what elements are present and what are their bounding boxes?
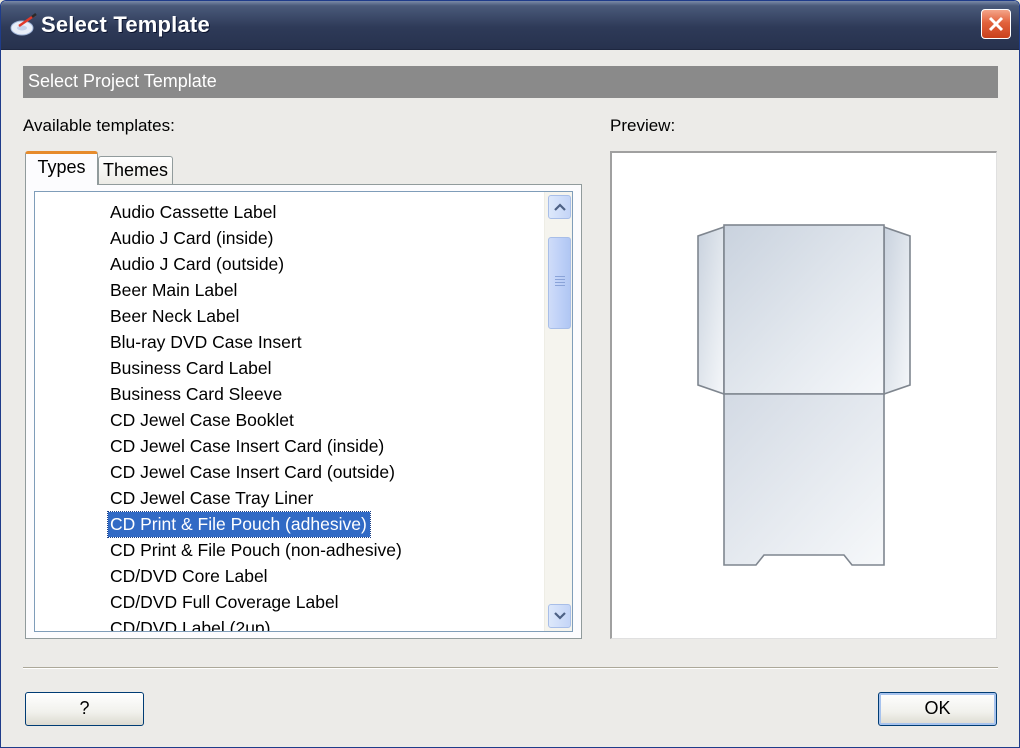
scroll-up-button[interactable] <box>548 195 571 219</box>
select-template-dialog: Select Template Select Project Template … <box>0 0 1020 748</box>
list-item[interactable]: Business Card Label <box>35 355 547 381</box>
list-item[interactable]: Beer Main Label <box>35 277 547 303</box>
list-item[interactable]: CD Jewel Case Tray Liner <box>35 485 547 511</box>
list-item[interactable]: CD Print & File Pouch (adhesive) <box>35 511 547 538</box>
grip-line <box>555 276 565 277</box>
list-item-label: CD/DVD Label (2up) <box>110 618 271 632</box>
grip-line <box>555 279 565 280</box>
list-item-label: CD Print & File Pouch (non-adhesive) <box>110 540 402 560</box>
list-item-label: CD Jewel Case Insert Card (inside) <box>110 436 385 456</box>
title-bar[interactable]: Select Template <box>1 1 1019 50</box>
list-item-label: CD Print & File Pouch (adhesive) <box>107 511 371 538</box>
list-item-label: Audio Cassette Label <box>110 202 277 222</box>
list-item-label: Beer Main Label <box>110 280 238 300</box>
tab-themes[interactable]: Themes <box>98 156 173 184</box>
template-list-items: Audio Cassette Label Audio J Card (inside… <box>35 199 547 632</box>
chevron-up-icon <box>554 203 566 211</box>
window-title: Select Template <box>41 12 210 37</box>
scroll-thumb[interactable] <box>548 237 571 329</box>
template-list[interactable]: Audio Cassette Label Audio J Card (inside… <box>34 191 573 632</box>
close-icon <box>988 16 1004 32</box>
list-item[interactable]: Blu-ray DVD Case Insert <box>35 329 547 355</box>
list-item-label: CD/DVD Core Label <box>110 566 268 586</box>
list-item-label: CD Jewel Case Insert Card (outside) <box>110 462 395 482</box>
scroll-down-button[interactable] <box>548 604 571 628</box>
app-paint-icon <box>10 13 38 37</box>
list-item-label: CD/DVD Full Coverage Label <box>110 592 339 612</box>
help-button[interactable]: ? <box>25 692 144 726</box>
list-item-label: Beer Neck Label <box>110 306 240 326</box>
preview-label: Preview: <box>610 116 676 135</box>
chevron-down-icon <box>554 612 566 620</box>
pouch-preview-image <box>697 224 911 566</box>
list-item[interactable]: CD Jewel Case Insert Card (inside) <box>35 433 547 459</box>
list-item[interactable]: CD/DVD Full Coverage Label <box>35 589 547 615</box>
tab-types[interactable]: Types <box>25 151 98 185</box>
list-item-label: Blu-ray DVD Case Insert <box>110 332 302 352</box>
preview-pane <box>610 151 997 639</box>
ok-button[interactable]: OK <box>878 692 997 726</box>
list-item[interactable]: CD/DVD Label (2up) <box>35 615 547 632</box>
header-band: Select Project Template <box>23 66 998 98</box>
list-item-label: CD Jewel Case Booklet <box>110 410 294 430</box>
list-item[interactable]: Business Card Sleeve <box>35 381 547 407</box>
list-item[interactable]: CD/DVD Core Label <box>35 563 547 589</box>
close-button[interactable] <box>981 9 1011 39</box>
bottom-separator <box>23 667 998 669</box>
list-item-label: CD Jewel Case Tray Liner <box>110 488 314 508</box>
list-item-label: Business Card Label <box>110 358 272 378</box>
types-tab-panel: Audio Cassette Label Audio J Card (inside… <box>25 184 582 639</box>
vertical-scrollbar[interactable] <box>544 192 572 631</box>
list-item[interactable]: Audio J Card (outside) <box>35 251 547 277</box>
list-item[interactable]: CD Jewel Case Booklet <box>35 407 547 433</box>
grip-line <box>555 285 565 286</box>
available-templates-label: Available templates: <box>23 116 175 135</box>
list-item[interactable]: Audio Cassette Label <box>35 199 547 225</box>
list-item-label: Audio J Card (inside) <box>110 228 274 248</box>
list-item[interactable]: CD Print & File Pouch (non-adhesive) <box>35 537 547 563</box>
list-item-label: Business Card Sleeve <box>110 384 283 404</box>
list-item[interactable]: Beer Neck Label <box>35 303 547 329</box>
list-item-label: Audio J Card (outside) <box>110 254 285 274</box>
list-item[interactable]: Audio J Card (inside) <box>35 225 547 251</box>
grip-line <box>555 282 565 283</box>
list-item[interactable]: CD Jewel Case Insert Card (outside) <box>35 459 547 485</box>
